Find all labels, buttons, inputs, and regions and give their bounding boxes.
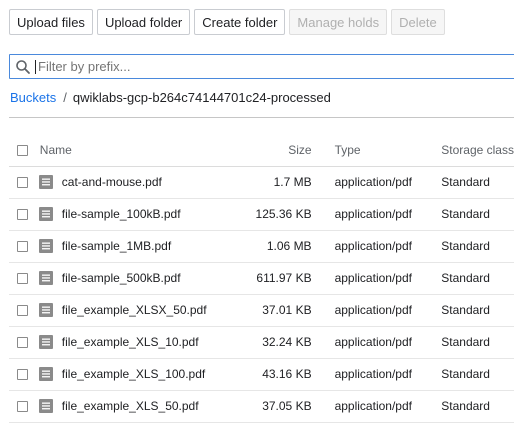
file-name-cell: file_example_XLS_10.pdf (32, 326, 234, 359)
file-name-cell: cat-and-mouse.pdf (32, 166, 234, 199)
upload-folder-button[interactable]: Upload folder (96, 9, 191, 35)
row-select-cell (9, 230, 33, 263)
breadcrumb-buckets-link[interactable]: Buckets (10, 90, 56, 105)
file-type: application/pdf (334, 198, 442, 231)
column-header-storage-class[interactable]: Storage class (441, 134, 514, 167)
table-row: file_example_XLSX_50.pdf 37.01 KB applic… (9, 294, 514, 327)
file-name-link[interactable]: file_example_XLSX_50.pdf (62, 303, 207, 317)
column-header-size[interactable]: Size (233, 134, 335, 167)
file-storage-class: Standard (441, 358, 514, 391)
document-icon (38, 207, 53, 221)
file-name-link[interactable]: file-sample_500kB.pdf (62, 271, 181, 285)
file-storage-class: Standard (441, 326, 514, 359)
file-size: 611.97 KB (233, 262, 335, 295)
file-storage-class: Standard (441, 166, 514, 199)
document-icon (38, 303, 53, 317)
row-select-cell (9, 198, 33, 231)
row-select-cell (9, 390, 33, 423)
row-checkbox[interactable] (17, 241, 28, 253)
file-storage-class: Standard (441, 262, 514, 295)
row-select-cell (9, 326, 33, 359)
file-name-link[interactable]: file_example_XLS_100.pdf (62, 367, 205, 381)
table-row: cat-and-mouse.pdf 1.7 MB application/pdf… (9, 166, 514, 199)
manage-holds-button[interactable]: Manage holds (289, 9, 388, 35)
file-size: 1.7 MB (233, 166, 335, 199)
file-size: 37.01 KB (233, 294, 335, 327)
file-size: 125.36 KB (233, 198, 335, 231)
filter-prefix-input[interactable] (38, 59, 498, 74)
breadcrumb-separator: / (63, 90, 67, 105)
file-name-link[interactable]: cat-and-mouse.pdf (62, 175, 162, 189)
delete-button[interactable]: Delete (391, 9, 445, 35)
row-checkbox[interactable] (17, 305, 28, 317)
file-type: application/pdf (334, 326, 442, 359)
file-name-cell: file-sample_1MB.pdf (32, 230, 234, 263)
file-type: application/pdf (334, 358, 442, 391)
table-row: file_example_XLS_100.pdf 43.16 KB applic… (9, 358, 514, 391)
column-header-type[interactable]: Type (334, 134, 442, 167)
search-icon (12, 56, 34, 78)
file-size: 37.05 KB (233, 390, 335, 423)
row-checkbox[interactable] (17, 209, 28, 221)
file-name-cell: file_example_XLS_50.pdf (32, 390, 234, 423)
file-storage-class: Standard (441, 198, 514, 231)
file-storage-class: Standard (441, 230, 514, 263)
file-name-cell: file_example_XLSX_50.pdf (32, 294, 234, 327)
table-row: file_example_XLS_50.pdf 37.05 KB applica… (9, 390, 514, 423)
select-all-cell (9, 134, 33, 167)
file-type: application/pdf (334, 390, 442, 423)
file-name-cell: file-sample_500kB.pdf (32, 262, 234, 295)
objects-table: Name Size Type Storage class cat-and-mou… (9, 134, 514, 423)
upload-files-button[interactable]: Upload files (9, 9, 93, 35)
row-select-cell (9, 262, 33, 295)
document-icon (38, 399, 53, 413)
document-icon (38, 239, 53, 253)
document-icon (38, 335, 53, 349)
file-type: application/pdf (334, 262, 442, 295)
file-name-cell: file_example_XLS_100.pdf (32, 358, 234, 391)
document-icon (38, 271, 53, 285)
file-storage-class: Standard (441, 390, 514, 423)
create-folder-button[interactable]: Create folder (194, 9, 286, 35)
file-name-link[interactable]: file-sample_1MB.pdf (62, 239, 171, 253)
row-select-cell (9, 294, 33, 327)
file-type: application/pdf (334, 294, 442, 327)
table-header-row: Name Size Type Storage class (9, 134, 514, 167)
column-header-name[interactable]: Name (32, 134, 234, 167)
file-name-link[interactable]: file_example_XLS_50.pdf (62, 399, 199, 413)
file-name-link[interactable]: file_example_XLS_10.pdf (62, 335, 199, 349)
select-all-checkbox[interactable] (17, 145, 28, 157)
text-caret (35, 59, 36, 74)
table-row: file-sample_500kB.pdf 611.97 KB applicat… (9, 262, 514, 295)
breadcrumb-current-bucket: qwiklabs-gcp-b264c74144701c24-processed (72, 90, 331, 105)
row-checkbox[interactable] (17, 273, 28, 285)
file-size: 1.06 MB (233, 230, 335, 263)
row-select-cell (9, 358, 33, 391)
file-type: application/pdf (334, 166, 442, 199)
file-name-link[interactable]: file-sample_100kB.pdf (62, 207, 181, 221)
file-size: 43.16 KB (233, 358, 335, 391)
file-type: application/pdf (334, 230, 442, 263)
file-size: 32.24 KB (233, 326, 335, 359)
row-checkbox[interactable] (17, 177, 28, 189)
file-name-cell: file-sample_100kB.pdf (32, 198, 234, 231)
table-row: file-sample_100kB.pdf 125.36 KB applicat… (9, 198, 514, 231)
breadcrumb: Buckets / qwiklabs-gcp-b264c74144701c24-… (10, 90, 331, 105)
action-toolbar: Upload files Upload folder Create folder… (9, 9, 445, 35)
file-storage-class: Standard (441, 294, 514, 327)
table-row: file-sample_1MB.pdf 1.06 MB application/… (9, 230, 514, 263)
row-checkbox[interactable] (17, 337, 28, 349)
document-icon (38, 175, 53, 189)
filter-bar[interactable] (9, 54, 514, 79)
table-row: file_example_XLS_10.pdf 32.24 KB applica… (9, 326, 514, 359)
divider (9, 117, 514, 118)
row-checkbox[interactable] (17, 369, 28, 381)
row-select-cell (9, 166, 33, 199)
document-icon (38, 367, 53, 381)
column-header-name-label: Name (39, 142, 72, 157)
row-checkbox[interactable] (17, 401, 28, 413)
